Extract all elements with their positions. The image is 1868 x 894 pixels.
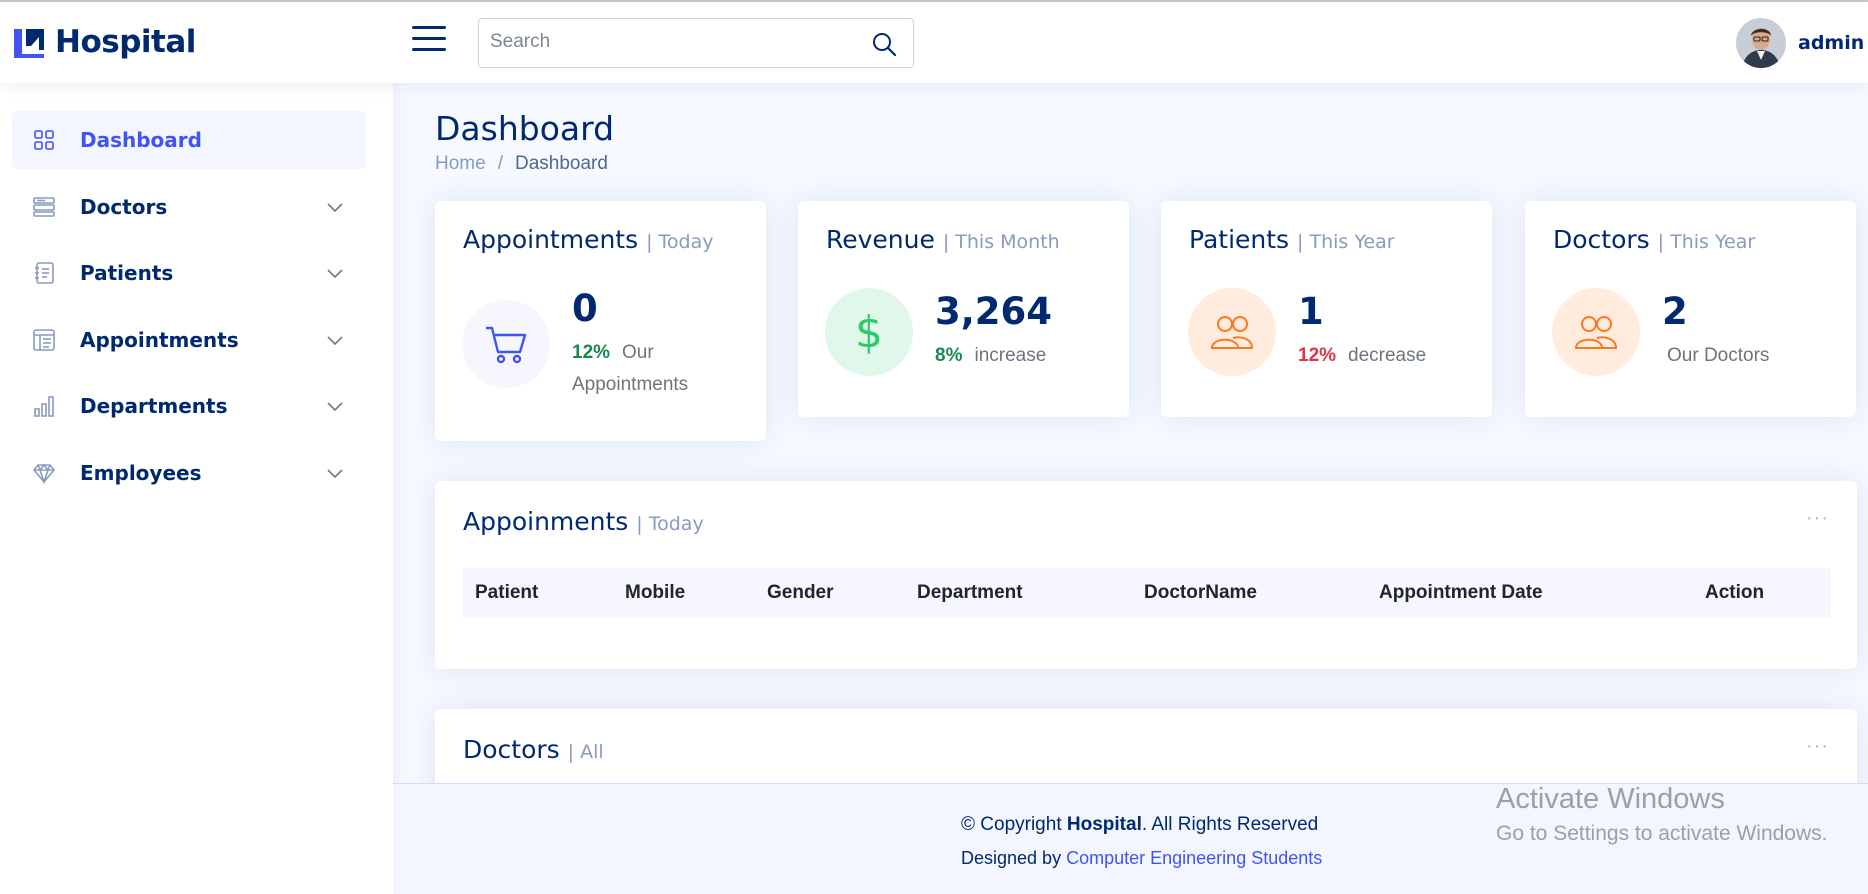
- profile-menu[interactable]: admin ▾: [1736, 18, 1868, 68]
- card-title: Appointments | Today: [463, 225, 714, 254]
- stat-detail-text: Our Doctors: [1667, 345, 1770, 366]
- card-period: | Today: [636, 513, 704, 535]
- stat-detail: 8% increase: [935, 340, 1046, 372]
- chevron-down-icon: [327, 469, 343, 479]
- doctors-stat-card: Doctors | This Year 2 Our Doctors: [1525, 201, 1856, 417]
- appointments-table: Patient Mobile Gender Department DoctorN…: [463, 568, 1831, 618]
- copyright: © Copyright Hospital. All Rights Reserve…: [961, 814, 1319, 835]
- sidebar: Dashboard Doctors Patients Appointments …: [0, 83, 393, 894]
- logo[interactable]: Hospital: [11, 22, 196, 62]
- sidebar-item-dashboard[interactable]: Dashboard: [12, 111, 366, 169]
- stat-value: 3,264: [935, 290, 1053, 333]
- app-name: Hospital: [55, 24, 196, 60]
- column-header[interactable]: Gender: [755, 568, 905, 618]
- card-title: Revenue | This Month: [826, 225, 1060, 254]
- breadcrumb-home[interactable]: Home: [435, 153, 486, 175]
- people-icon: [1188, 288, 1276, 376]
- card-period: | This Month: [942, 231, 1060, 253]
- stat-detail: 12% decrease: [1298, 340, 1426, 372]
- credits: Designed by Computer Engineering Student…: [961, 848, 1323, 868]
- stat-detail: Our Doctors: [1667, 340, 1769, 372]
- chevron-down-icon: [327, 269, 343, 279]
- logo-icon: [14, 29, 44, 58]
- appointments-table-card: Appoinments | Today ··· Patient Mobile G…: [435, 481, 1857, 669]
- stat-value: 0: [572, 287, 598, 330]
- sidebar-item-departments[interactable]: Departments: [12, 377, 366, 435]
- column-header[interactable]: Department: [905, 568, 1132, 618]
- column-header[interactable]: DoctorName: [1132, 568, 1367, 618]
- chevron-down-icon: [327, 336, 343, 346]
- column-header[interactable]: Appointment Date: [1367, 568, 1693, 618]
- bar-chart-icon: [32, 394, 56, 418]
- search-icon[interactable]: [871, 31, 897, 57]
- people-icon: [1552, 288, 1640, 376]
- sidebar-item-doctors[interactable]: Doctors: [12, 178, 366, 236]
- journal-text-icon: [32, 261, 56, 285]
- breadcrumb-current: Dashboard: [514, 153, 608, 174]
- breadcrumb-separator: /: [497, 153, 503, 174]
- table-header-row: Patient Mobile Gender Department DoctorN…: [463, 568, 1831, 618]
- card-title: Appoinments | Today: [463, 507, 704, 536]
- sidebar-item-label: Doctors: [80, 195, 168, 219]
- breadcrumb: Home / Dashboard: [435, 153, 608, 175]
- stat-detail-text: increase: [974, 345, 1047, 366]
- sidebar-item-label: Patients: [80, 261, 174, 285]
- sidebar-item-appointments[interactable]: Appointments: [12, 311, 366, 369]
- designer-link[interactable]: Computer Engineering Students: [1066, 848, 1322, 868]
- sidebar-item-label: Employees: [80, 461, 202, 485]
- layout-text-icon: [32, 328, 56, 352]
- menu-list-icon: [32, 195, 56, 219]
- card-title: Doctors | All: [463, 735, 604, 764]
- patients-stat-card: Patients | This Year 1 12% decrease: [1161, 201, 1492, 417]
- column-header[interactable]: Patient: [463, 568, 613, 618]
- grid-icon: [32, 128, 56, 152]
- sidebar-item-employees[interactable]: Employees: [12, 444, 366, 502]
- stat-percentage: 12%: [1298, 345, 1337, 366]
- sidebar-item-label: Appointments: [80, 328, 239, 352]
- card-period: | Today: [646, 231, 714, 253]
- sidebar-item-patients[interactable]: Patients: [12, 244, 366, 302]
- sidebar-item-label: Departments: [80, 394, 228, 418]
- stat-detail-text: decrease: [1348, 345, 1427, 366]
- stat-value: 1: [1298, 290, 1324, 333]
- sidebar-item-label: Dashboard: [80, 128, 202, 152]
- search-input[interactable]: [479, 19, 859, 65]
- card-period: | This Year: [1657, 231, 1756, 253]
- revenue-stat-card: Revenue | This Month $ 3,264 8% increase: [798, 201, 1129, 417]
- card-title: Doctors | This Year: [1553, 225, 1756, 254]
- more-options-icon[interactable]: ···: [1806, 735, 1829, 758]
- dollar-icon: $: [825, 288, 913, 376]
- stat-percentage: 8%: [935, 345, 963, 366]
- chevron-down-icon: [327, 203, 343, 213]
- watermark-title: Activate Windows: [1496, 783, 1725, 815]
- watermark-subtitle: Go to Settings to activate Windows.: [1496, 822, 1828, 845]
- column-header[interactable]: Mobile: [613, 568, 755, 618]
- avatar: [1736, 18, 1786, 68]
- user-name: admin: [1798, 32, 1865, 54]
- page-title: Dashboard: [435, 109, 615, 148]
- footer-brand: Hospital: [1066, 814, 1142, 835]
- card-title: Patients | This Year: [1189, 225, 1395, 254]
- top-header: Hospital admin ▾: [0, 2, 1868, 83]
- chevron-down-icon: [327, 402, 343, 412]
- gem-icon: [32, 461, 56, 485]
- activate-windows-watermark: Activate Windows Go to Settings to activ…: [1496, 783, 1828, 846]
- card-period: | All: [567, 741, 604, 763]
- appointments-stat-card: Appointments | Today 0 12% Our Appointmen…: [435, 201, 766, 441]
- stat-percentage: 12%: [572, 342, 611, 363]
- cart-icon: [462, 300, 550, 388]
- column-header[interactable]: Action: [1693, 568, 1831, 618]
- stat-detail: 12% Our Appointments: [572, 337, 722, 401]
- card-period: | This Year: [1297, 231, 1395, 253]
- search-bar: [478, 18, 914, 68]
- stat-value: 2: [1662, 290, 1688, 333]
- more-options-icon[interactable]: ···: [1806, 507, 1829, 530]
- toggle-sidebar-button[interactable]: [412, 26, 446, 56]
